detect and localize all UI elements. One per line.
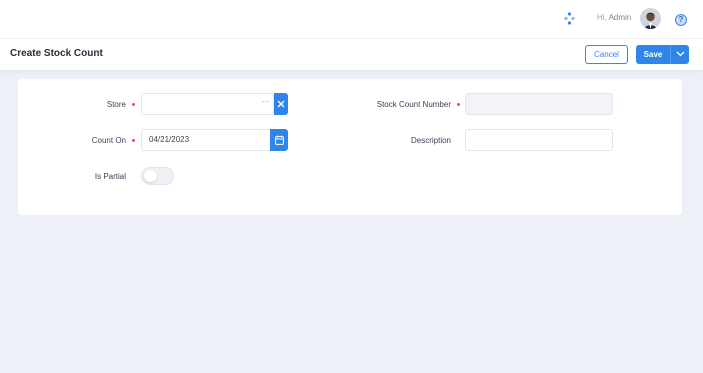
user-greeting: Hi, Admin: [597, 13, 631, 22]
count-on-date-input[interactable]: 04/21/2023: [141, 129, 271, 151]
save-options-dropdown[interactable]: [670, 45, 689, 64]
user-name: Admin: [608, 13, 632, 22]
description-input[interactable]: [465, 129, 613, 151]
close-icon: [277, 100, 285, 108]
top-bar: Hi, Admin ?: [0, 0, 703, 38]
toggle-knob: [144, 170, 157, 182]
stock-count-number-label: Stock Count Number: [376, 100, 451, 109]
chevron-down-icon: [676, 51, 685, 57]
page-title: Create Stock Count: [10, 48, 103, 59]
required-indicator: [132, 103, 135, 106]
stock-count-number-input: [465, 93, 613, 115]
calendar-icon: [275, 135, 284, 145]
cancel-button[interactable]: Cancel: [585, 45, 628, 64]
description-label: Description: [410, 136, 451, 145]
store-input[interactable]: [141, 93, 274, 115]
help-icon[interactable]: ?: [675, 14, 687, 26]
store-lookup-button[interactable]: ···: [257, 93, 274, 115]
is-partial-label: Is Partial: [94, 172, 126, 181]
greeting-prefix: Hi,: [597, 13, 607, 22]
calendar-button[interactable]: [270, 129, 288, 151]
required-indicator: [457, 103, 460, 106]
store-clear-button[interactable]: [274, 93, 288, 115]
required-indicator: [132, 139, 135, 142]
save-button[interactable]: Save: [636, 45, 670, 64]
store-label: Store: [106, 100, 126, 109]
count-on-label: Count On: [91, 136, 126, 145]
page-toolbar: Create Stock Count Cancel Save: [0, 38, 703, 70]
avatar[interactable]: [640, 8, 661, 29]
is-partial-toggle[interactable]: [141, 167, 174, 185]
apps-icon[interactable]: [564, 12, 575, 25]
